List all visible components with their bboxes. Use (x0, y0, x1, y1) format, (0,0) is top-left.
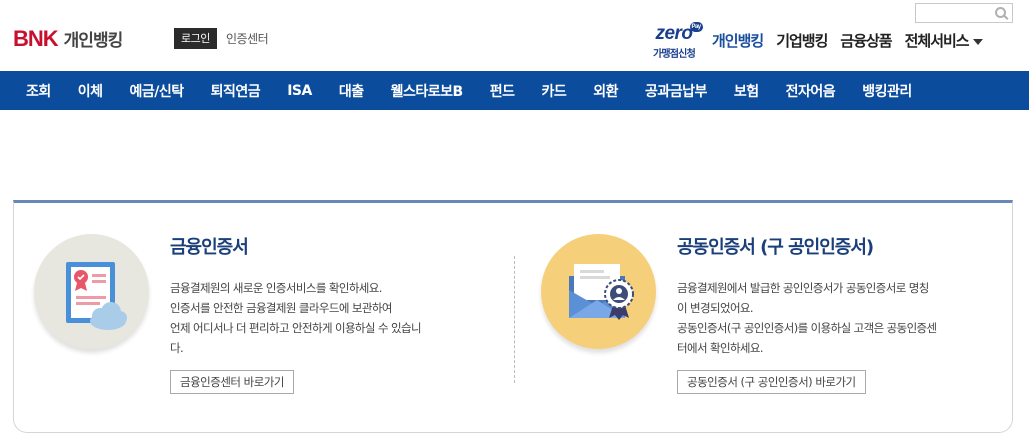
financial-cert-illustration (34, 234, 149, 349)
bnk-logo-mark: BNK (13, 25, 59, 51)
gnb-item-banking-management[interactable]: 뱅킹관리 (862, 81, 912, 101)
bnk-logo[interactable]: BNK 개인뱅킹 (13, 25, 124, 51)
chevron-down-icon (972, 38, 983, 45)
gnb-item-e-bill[interactable]: 전자어음 (786, 81, 836, 101)
gnb-item-foreign-exchange[interactable]: 외환 (593, 81, 618, 101)
gnb-item-insurance[interactable]: 보험 (734, 81, 759, 101)
top-nav-corporate[interactable]: 기업뱅킹 (776, 30, 828, 51)
gnb-item-pension[interactable]: 퇴직연금 (211, 81, 261, 101)
search-input[interactable] (915, 3, 1013, 23)
top-nav-all-services[interactable]: 전체서비스 (905, 30, 983, 51)
financial-cert-desc-line: 다. (170, 341, 184, 355)
login-button[interactable]: 로그인 (174, 28, 217, 49)
gnb-item-card[interactable]: 카드 (541, 81, 566, 101)
gnb-item-robo-advisor[interactable]: 웰스타로보B (391, 81, 464, 101)
header: BNK 개인뱅킹 로그인 인증센터 zero Pay 가맹점신청 개인뱅킹 기업… (0, 0, 1029, 71)
joint-cert-desc-line: 터에서 확인하세요. (677, 341, 764, 355)
financial-cert-title: 금융인증서 (170, 237, 249, 258)
joint-cert-title: 공동인증서 (구 공인인증서) (677, 237, 874, 258)
main-menu-bar: 조회 이체 예금/신탁 퇴직연금 ISA 대출 웰스타로보B 펀드 카드 외환 … (0, 71, 1029, 110)
financial-cert-desc-line: 언제 어디서나 더 편리하고 안전하게 이용하실 수 있습니 (170, 321, 422, 335)
cert-center-link[interactable]: 인증센터 (226, 30, 269, 47)
gnb-item-isa[interactable]: ISA (287, 83, 312, 99)
search-icon[interactable] (995, 7, 1006, 18)
joint-cert-description: 금융결제원에서 발급한 공인인증서가 공동인증서로 명칭 이 변경되었어요. 공… (677, 278, 997, 358)
gnb-item-deposit-trust[interactable]: 예금/신탁 (130, 81, 185, 101)
financial-cert-description: 금융결제원의 새로운 인증서비스를 확인하세요. 인증서를 안전한 금융결제원 … (170, 278, 480, 358)
top-nav-personal[interactable]: 개인뱅킹 (712, 30, 764, 51)
gnb-item-inquiry[interactable]: 조회 (26, 81, 51, 101)
top-nav-all-services-label: 전체서비스 (904, 32, 970, 50)
gnb-item-loan[interactable]: 대출 (339, 81, 364, 101)
zero-pay-word: zero (655, 23, 693, 44)
certificate-selection-box: 금융인증서 금융결제원의 새로운 인증서비스를 확인하세요. 인증서를 안전한 … (13, 200, 1013, 433)
logo-title: 개인뱅킹 (63, 31, 124, 51)
financial-cert-desc-line: 인증서를 안전한 금융결제원 클라우드에 보관하여 (170, 301, 392, 315)
certificate-document-icon (66, 262, 127, 330)
gnb-item-fund[interactable]: 펀드 (490, 81, 515, 101)
zero-pay-badge: Pay (689, 22, 703, 32)
joint-cert-illustration (541, 234, 656, 349)
zero-pay-link[interactable]: zero Pay 가맹점신청 (646, 22, 703, 60)
zero-pay-label: 가맹점신청 (652, 49, 696, 60)
joint-cert-desc-line: 금융결제원에서 발급한 공인인증서가 공동인증서로 명칭 (677, 281, 929, 295)
top-nav-products[interactable]: 금융상품 (840, 30, 892, 51)
zero-pay-logo: zero Pay (655, 22, 703, 44)
financial-cert-desc-line: 금융결제원의 새로운 인증서비스를 확인하세요. (170, 281, 382, 295)
financial-cert-center-button[interactable]: 금융인증센터 바로가기 (170, 370, 294, 394)
top-nav: 개인뱅킹 기업뱅킹 금융상품 전체서비스 (712, 30, 996, 51)
joint-cert-center-button[interactable]: 공동인증서 (구 공인인증서) 바로가기 (677, 370, 866, 394)
envelope-icon (569, 264, 634, 320)
gnb-item-utility-payment[interactable]: 공과금납부 (645, 81, 707, 101)
joint-cert-desc-line: 공동인증서(구 공인인증서)를 이용하실 고객은 공동인증센 (677, 321, 937, 335)
panel-divider (514, 256, 515, 383)
joint-cert-desc-line: 이 변경되었어요. (677, 301, 754, 315)
gnb-item-transfer[interactable]: 이체 (78, 81, 103, 101)
